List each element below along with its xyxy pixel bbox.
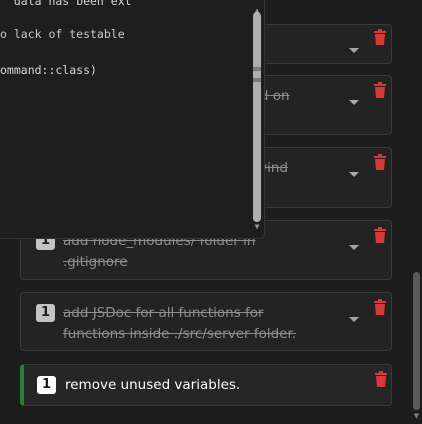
todo-text: remove unused variables. bbox=[65, 377, 241, 393]
page-scroll-thumb[interactable] bbox=[413, 272, 420, 410]
trash-icon[interactable] bbox=[373, 82, 387, 98]
trash-icon[interactable] bbox=[373, 299, 387, 315]
chevron-down-icon[interactable] bbox=[348, 164, 360, 177]
trash-icon[interactable] bbox=[373, 29, 387, 45]
trash-icon[interactable] bbox=[373, 154, 387, 170]
terminal-line: ommand::class) bbox=[0, 63, 97, 77]
trash-icon[interactable] bbox=[374, 371, 388, 387]
chevron-down-icon[interactable] bbox=[348, 237, 360, 250]
todo-item-5[interactable]: 1 add JSDoc for all functions for functi… bbox=[20, 292, 392, 351]
terminal-line: o lack of testable bbox=[0, 27, 125, 41]
chevron-down-icon[interactable] bbox=[348, 40, 360, 53]
scroll-down-arrow-icon[interactable]: ▼ bbox=[413, 412, 420, 420]
todo-count-badge: 1 bbox=[37, 376, 56, 394]
chevron-down-icon[interactable] bbox=[348, 309, 360, 322]
chevron-down-icon[interactable] bbox=[348, 92, 360, 105]
scroll-down-arrow-icon[interactable]: ▼ bbox=[252, 222, 262, 232]
terminal-scroll-thumb[interactable] bbox=[253, 12, 261, 222]
app-root: 1 fix missing semicolons 1 update README… bbox=[0, 0, 422, 424]
todo-item-6[interactable]: 1 remove unused variables. bbox=[20, 364, 392, 406]
scroll-thumb-grip bbox=[253, 78, 261, 82]
scroll-thumb-grip bbox=[253, 67, 261, 71]
page-scrollbar[interactable]: ▼ bbox=[411, 0, 422, 424]
todo-text: add JSDoc for all functions for function… bbox=[63, 305, 297, 342]
terminal-popup: data has been ext o lack of testable omm… bbox=[0, 0, 265, 239]
trash-icon[interactable] bbox=[373, 227, 387, 243]
terminal-scrollbar[interactable]: ▲ ▼ bbox=[252, 6, 262, 232]
terminal-line: data has been ext bbox=[0, 0, 132, 8]
todo-count-badge: 1 bbox=[36, 304, 55, 322]
